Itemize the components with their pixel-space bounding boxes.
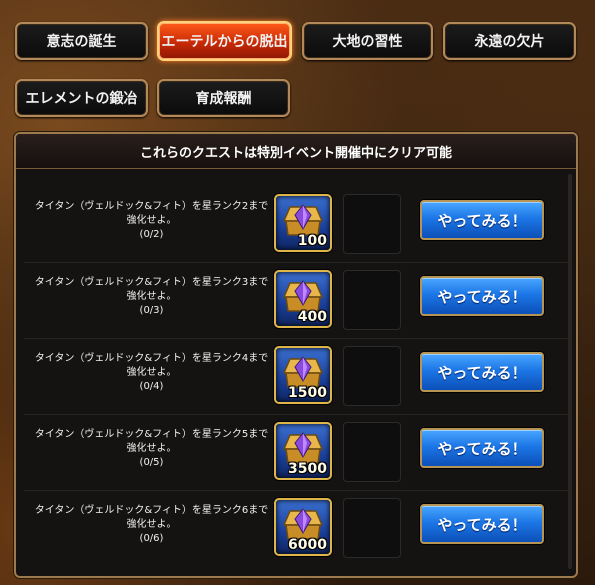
quest-text: タイタン（ヴェルドック&フィト）を星ランク4まで強化せよ。 xyxy=(34,353,269,378)
reward-slot[interactable]: 3500 xyxy=(274,422,332,480)
reward-slot[interactable]: 100 xyxy=(274,194,332,252)
quest-text: タイタン（ヴェルドック&フィト）を星ランク6まで強化せよ。 xyxy=(34,505,269,530)
tab-earth-habits[interactable]: 大地の習性 xyxy=(302,22,433,60)
try-button[interactable]: やってみる！ xyxy=(420,352,544,392)
row-divider xyxy=(24,490,568,491)
quest-row: タイタン（ヴェルドック&フィト）を星ランク6まで強化せよ。 (0/6) 6000… xyxy=(16,494,576,570)
tab-element-forge[interactable]: エレメントの鍛冶 xyxy=(15,79,148,117)
quest-panel: これらのクエストは特別イベント開催中にクリア可能 タイタン（ヴェルドック&フィト… xyxy=(14,132,578,578)
quest-description: タイタン（ヴェルドック&フィト）を星ランク4まで強化せよ。 (0/4) xyxy=(34,352,269,394)
reward-quantity: 6000 xyxy=(288,537,327,553)
empty-reward-slot xyxy=(343,194,401,254)
quest-row: タイタン（ヴェルドック&フィト）を星ランク4まで強化せよ。 (0/4) 1500… xyxy=(16,342,576,418)
panel-header: これらのクエストは特別イベント開催中にクリア可能 xyxy=(16,134,576,169)
tab-growth-reward[interactable]: 育成報酬 xyxy=(157,79,290,117)
try-button[interactable]: やってみる！ xyxy=(420,504,544,544)
reward-slot[interactable]: 6000 xyxy=(274,498,332,556)
row-divider xyxy=(24,262,568,263)
tab-will-birth[interactable]: 意志の誕生 xyxy=(15,22,148,60)
reward-quantity: 1500 xyxy=(288,385,327,401)
quest-description: タイタン（ヴェルドック&フィト）を星ランク2まで強化せよ。 (0/2) xyxy=(34,200,269,242)
reward-quantity: 400 xyxy=(297,309,327,325)
row-divider xyxy=(24,414,568,415)
quest-progress: (0/5) xyxy=(139,457,164,468)
reward-slot[interactable]: 1500 xyxy=(274,346,332,404)
try-button[interactable]: やってみる！ xyxy=(420,428,544,468)
reward-quantity: 3500 xyxy=(288,461,327,477)
quest-row: タイタン（ヴェルドック&フィト）を星ランク3まで強化せよ。 (0/3) 400 … xyxy=(16,266,576,342)
quest-progress: (0/4) xyxy=(139,381,164,392)
reward-slot[interactable]: 400 xyxy=(274,270,332,328)
quest-text: タイタン（ヴェルドック&フィト）を星ランク5まで強化せよ。 xyxy=(34,429,269,454)
row-divider xyxy=(24,338,568,339)
quest-text: タイタン（ヴェルドック&フィト）を星ランク3まで強化せよ。 xyxy=(34,277,269,302)
tab-escape-from-ether[interactable]: エーテルからの脱出 xyxy=(157,21,292,61)
quest-description: タイタン（ヴェルドック&フィト）を星ランク6まで強化せよ。 (0/6) xyxy=(34,504,269,546)
quest-progress: (0/6) xyxy=(139,533,164,544)
reward-quantity: 100 xyxy=(297,233,327,249)
empty-reward-slot xyxy=(343,346,401,406)
quest-description: タイタン（ヴェルドック&フィト）を星ランク3まで強化せよ。 (0/3) xyxy=(34,276,269,318)
empty-reward-slot xyxy=(343,498,401,558)
quest-text: タイタン（ヴェルドック&フィト）を星ランク2まで強化せよ。 xyxy=(34,201,269,226)
try-button[interactable]: やってみる！ xyxy=(420,200,544,240)
try-button[interactable]: やってみる！ xyxy=(420,276,544,316)
quest-description: タイタン（ヴェルドック&フィト）を星ランク5まで強化せよ。 (0/5) xyxy=(34,428,269,470)
quest-progress: (0/2) xyxy=(139,229,164,240)
empty-reward-slot xyxy=(343,270,401,330)
quest-row: タイタン（ヴェルドック&フィト）を星ランク5まで強化せよ。 (0/5) 3500… xyxy=(16,418,576,494)
quest-progress: (0/3) xyxy=(139,305,164,316)
tab-eternal-fragment[interactable]: 永遠の欠片 xyxy=(443,22,576,60)
quest-row: タイタン（ヴェルドック&フィト）を星ランク2まで強化せよ。 (0/2) 100 … xyxy=(16,190,576,266)
empty-reward-slot xyxy=(343,422,401,482)
